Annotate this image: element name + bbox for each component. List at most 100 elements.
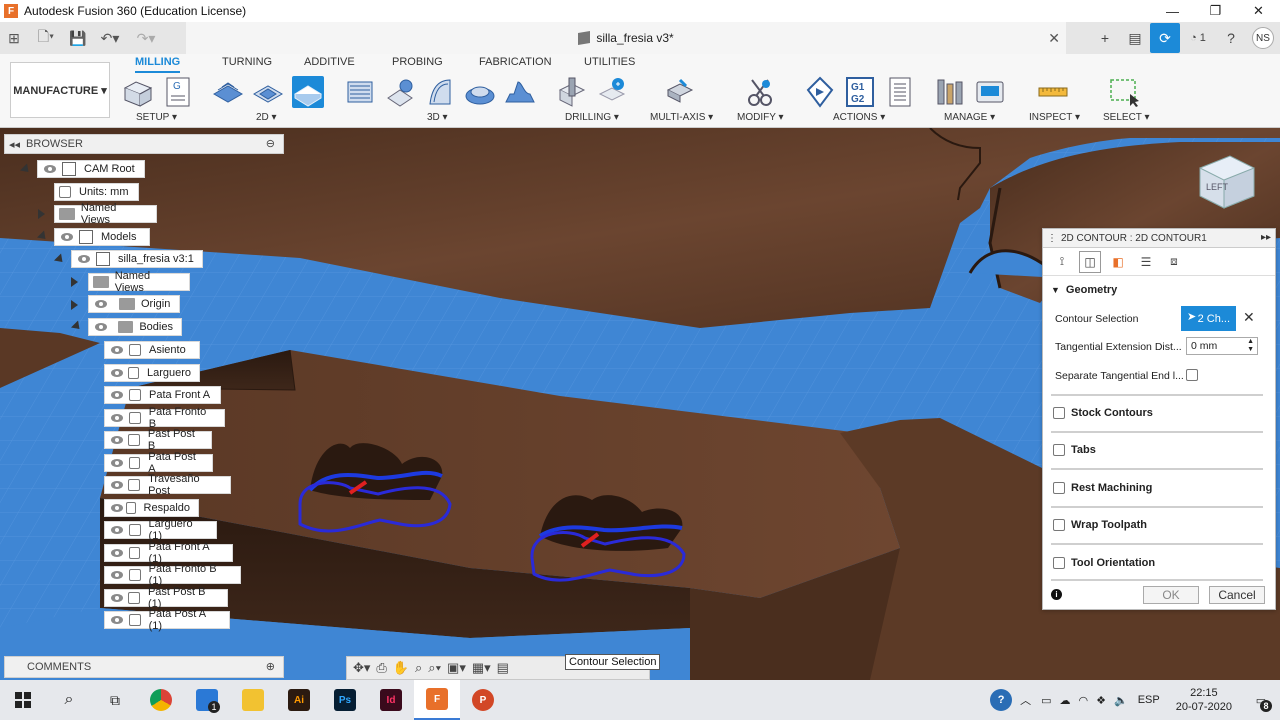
eye-icon[interactable] (109, 368, 124, 378)
tree-origin[interactable]: Origin (88, 295, 180, 313)
pan-icon[interactable]: ✋ (393, 660, 409, 676)
onedrive-icon[interactable]: ☁ (1060, 694, 1071, 707)
tree-units[interactable]: Units: mm (54, 183, 139, 201)
eye-icon[interactable] (93, 299, 109, 309)
inspect-group-label[interactable]: INSPECT ▾ (1029, 112, 1080, 123)
eye-icon[interactable] (109, 435, 124, 445)
tree-body-item[interactable]: Asiento (104, 341, 200, 359)
tab-additive[interactable]: ADDITIVE (304, 56, 355, 68)
clock[interactable]: 22:15 20-07-2020 (1176, 686, 1232, 714)
modify-group-label[interactable]: MODIFY ▾ (737, 112, 784, 123)
setup-icon[interactable] (122, 76, 154, 108)
stock-contours-checkbox[interactable] (1053, 407, 1065, 419)
tree-body-item[interactable]: Past Post B (104, 428, 212, 452)
add-comment-icon[interactable]: ⊕ (266, 660, 275, 673)
geometry-section[interactable]: ▼ Geometry (1043, 284, 1275, 296)
zoom-icon[interactable]: ⌕ (415, 660, 422, 676)
tree-body-item[interactable]: Travesaño Post (104, 473, 231, 497)
tree-named-views[interactable]: Named Views (54, 202, 157, 226)
setup-sheet-icon[interactable] (884, 76, 916, 108)
maximize-button[interactable]: ❐ (1194, 0, 1237, 22)
tree-body-item[interactable]: Past Post B (1) (104, 586, 228, 610)
tree-body-item[interactable]: Respaldo (104, 499, 199, 517)
taskbar-photoshop[interactable]: Ps (322, 680, 368, 720)
chevron-up-icon[interactable]: ︿ (1020, 692, 1031, 708)
machine-library-icon[interactable] (974, 76, 1006, 108)
3d-scallop-icon[interactable] (504, 76, 536, 108)
wifi-icon[interactable]: ◠ (1079, 694, 1089, 707)
viewport-settings-icon[interactable]: ▤ (497, 660, 509, 676)
fit-icon[interactable]: ⌕▾ (428, 660, 441, 676)
dialog-header[interactable]: ⋮ 2D CONTOUR : 2D CONTOUR1 ▸▸ (1043, 229, 1275, 248)
undo-icon[interactable]: ↶▾ (92, 24, 128, 52)
grid-settings-icon[interactable]: ▦▾ (472, 660, 491, 676)
eye-icon[interactable] (109, 570, 125, 580)
document-tab[interactable]: silla_fresia v3* ✕ (186, 22, 1066, 54)
dropbox-icon[interactable]: ❖ (1096, 694, 1106, 707)
nc-program-icon[interactable]: G (162, 76, 194, 108)
expand-dialog-icon[interactable]: ▸▸ (1261, 232, 1271, 243)
multi-axis-group-label[interactable]: MULTI-AXIS ▾ (650, 112, 713, 123)
search-button[interactable]: ⌕ (46, 680, 92, 720)
job-status-icon[interactable]: ◔ 1 (1180, 23, 1216, 53)
2d-group-label[interactable]: 2D ▾ (256, 112, 277, 123)
3d-adaptive-icon[interactable] (344, 76, 376, 108)
2d-contour-icon[interactable] (292, 76, 324, 108)
measure-icon[interactable] (1037, 76, 1069, 108)
tree-body-item[interactable]: Pata Post A (104, 451, 213, 475)
drilling-group-label[interactable]: DRILLING ▾ (565, 112, 619, 123)
tool-library-icon[interactable] (934, 76, 966, 108)
eye-icon[interactable] (109, 480, 124, 490)
minimize-button[interactable]: — (1151, 0, 1194, 22)
tool-orientation-checkbox[interactable] (1053, 557, 1065, 569)
expand-origin-icon[interactable] (71, 300, 78, 310)
eye-icon[interactable] (109, 593, 124, 603)
2d-pocket-icon[interactable] (252, 76, 284, 108)
stock-contours-section[interactable]: Stock Contours (1043, 407, 1275, 419)
help-tray-icon[interactable]: ? (990, 689, 1013, 711)
taskbar-illustrator[interactable]: Ai (276, 680, 322, 720)
tree-silla-fresia[interactable]: silla_fresia v3:1 (71, 250, 203, 268)
drag-handle-icon[interactable]: ⋮ (1047, 233, 1057, 244)
comment-icon[interactable]: ▤ (1120, 23, 1150, 53)
tree-cam-root[interactable]: CAM Root (37, 160, 145, 178)
eye-icon[interactable] (109, 525, 125, 535)
look-at-icon[interactable]: ⎙ (376, 660, 386, 676)
tabs-section[interactable]: Tabs (1043, 444, 1275, 456)
post-process-icon[interactable]: G1G2 (844, 76, 876, 108)
sync-icon[interactable]: ⟳ (1150, 23, 1180, 53)
expand-named-views-2-icon[interactable] (71, 277, 78, 287)
eye-icon[interactable] (109, 615, 125, 625)
eye-icon[interactable] (109, 345, 125, 355)
tree-models[interactable]: Models (54, 228, 150, 246)
eye-icon[interactable] (109, 413, 125, 423)
tabs-checkbox[interactable] (1053, 444, 1065, 456)
help-icon[interactable]: ? (1216, 23, 1246, 53)
display-settings-icon[interactable]: ▣▾ (447, 660, 466, 676)
tree-body-item[interactable]: Pata Post A (1) (104, 608, 230, 632)
tree-body-item[interactable]: Larguero (104, 364, 200, 382)
browser-minus-icon[interactable]: ⊖ (266, 137, 275, 150)
tree-body-item[interactable]: Larguero (1) (104, 518, 217, 542)
redo-icon[interactable]: ↷▾ (128, 24, 164, 52)
save-icon[interactable]: 💾 (64, 24, 92, 52)
3d-pocket-icon[interactable] (384, 76, 416, 108)
tree-bodies[interactable]: Bodies (88, 318, 182, 336)
volume-icon[interactable]: 🔈 (1114, 694, 1128, 707)
rest-machining-section[interactable]: Rest Machining (1043, 482, 1275, 494)
start-button[interactable] (0, 680, 46, 720)
grid-menu-icon[interactable]: ⊞ (0, 24, 28, 52)
drill-icon[interactable] (556, 76, 588, 108)
geometry-tab-icon[interactable]: ◫ (1079, 250, 1101, 273)
close-document-icon[interactable]: ✕ (1048, 30, 1060, 47)
wrap-toolpath-checkbox[interactable] (1053, 519, 1065, 531)
eye-icon[interactable] (109, 503, 123, 513)
close-button[interactable]: ✕ (1237, 0, 1280, 22)
tool-tab-icon[interactable]: ⟟ (1051, 251, 1073, 273)
eye-icon[interactable] (76, 254, 92, 264)
linking-tab-icon[interactable]: ⧈ (1163, 251, 1185, 273)
taskbar-powerpoint[interactable]: P (460, 680, 506, 720)
tree-body-item[interactable]: Pata Fronto B (104, 406, 225, 430)
tab-milling[interactable]: MILLING (135, 56, 181, 73)
new-tab-icon[interactable]: + (1090, 23, 1120, 53)
